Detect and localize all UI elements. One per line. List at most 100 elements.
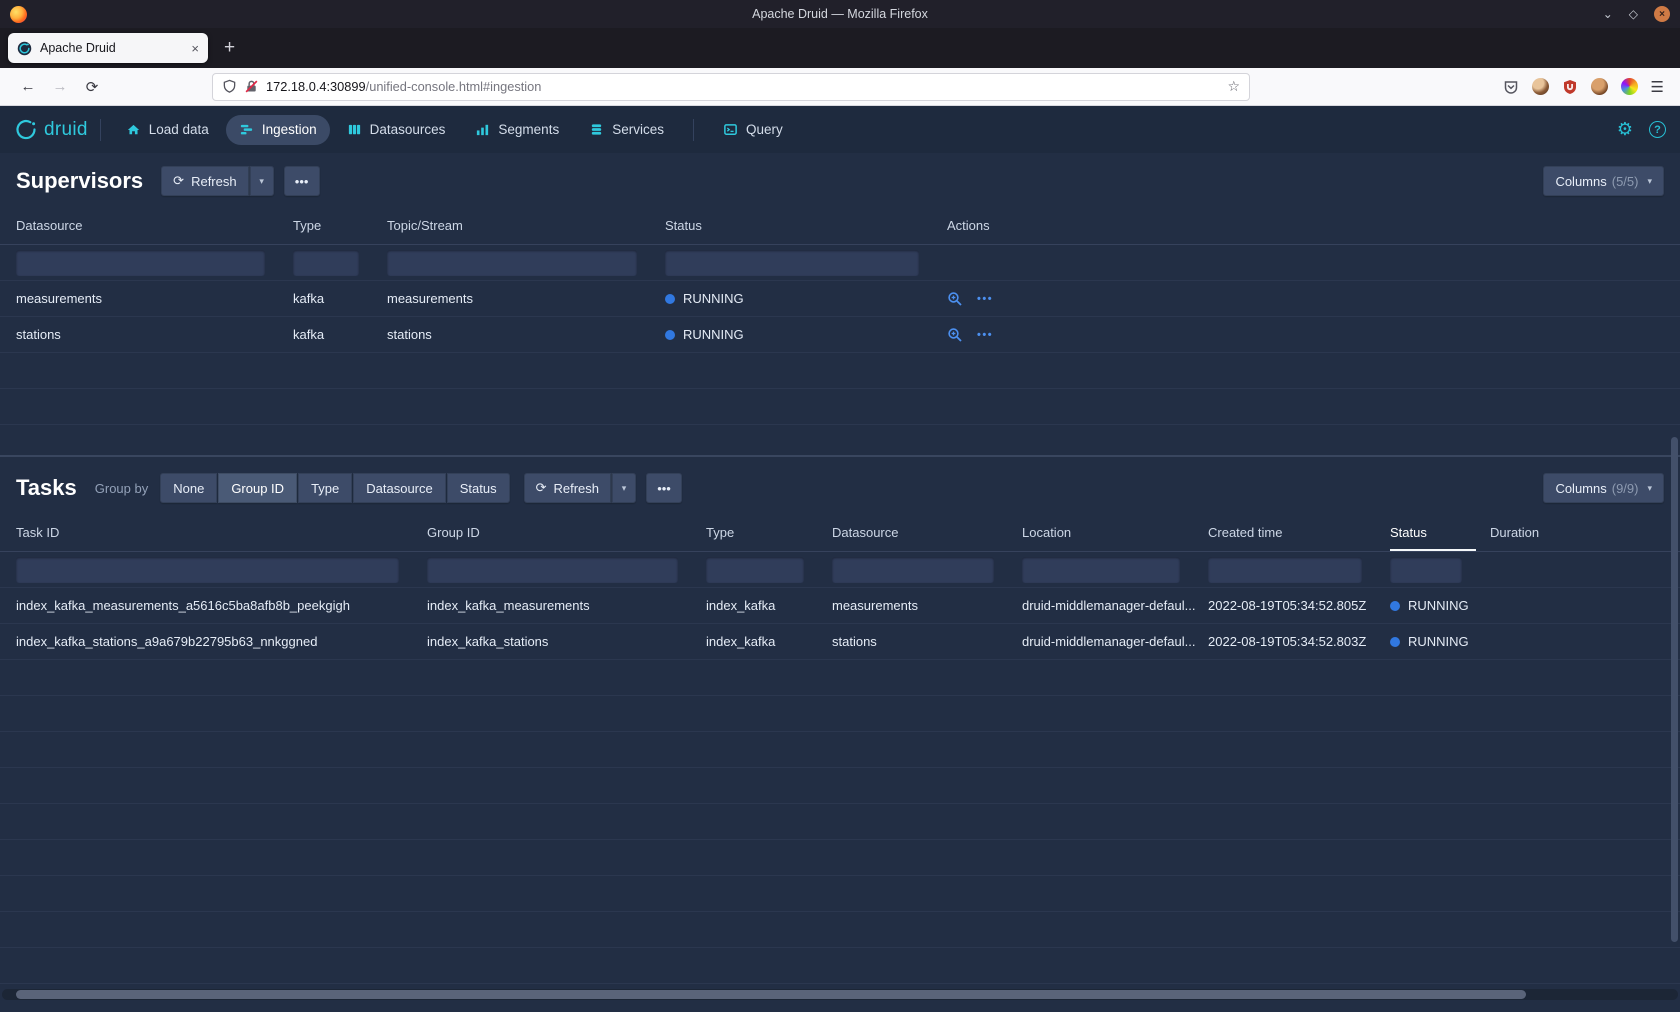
column-header-duration[interactable]: Duration — [1490, 514, 1680, 551]
nav-item-services[interactable]: Services — [576, 115, 677, 145]
forward-button[interactable]: → — [44, 72, 76, 102]
tasks-refresh-button[interactable]: ⟳ Refresh — [524, 473, 611, 503]
tasks-filter-row — [0, 552, 1680, 588]
window-close-button[interactable]: × — [1654, 6, 1670, 22]
tasks-empty-rows — [0, 660, 1680, 986]
task-row[interactable]: index_kafka_stations_a9a679b22795b63_nnk… — [0, 624, 1680, 660]
column-header-group-id[interactable]: Group ID — [427, 514, 706, 551]
url-bar[interactable]: 172.18.0.4:30899/unified-console.html#in… — [212, 73, 1250, 101]
task-location: druid-middlemanager-defaul... — [1022, 598, 1208, 613]
supervisor-datasource: stations — [16, 327, 293, 342]
topic-stream-filter-input[interactable] — [387, 250, 637, 276]
group-by-group-id-button[interactable]: Group ID — [218, 473, 297, 503]
nav-item-query[interactable]: Query — [710, 115, 796, 145]
column-header-status-sorted[interactable]: Status — [1390, 514, 1490, 551]
row-more-icon[interactable]: ••• — [977, 293, 993, 305]
magnify-icon[interactable] — [947, 291, 963, 307]
column-header-topic-stream[interactable]: Topic/Stream — [387, 207, 665, 244]
query-icon — [723, 122, 738, 137]
chevron-down-icon: ▾ — [1647, 176, 1652, 187]
ublock-extension-icon[interactable] — [1562, 79, 1578, 95]
account-avatar-icon[interactable] — [1532, 78, 1549, 95]
browser-tab[interactable]: Apache Druid × — [8, 33, 208, 63]
tasks-refresh-caret-button[interactable]: ▾ — [611, 473, 636, 503]
supervisor-status: RUNNING — [665, 327, 947, 342]
task-created-time: 2022-08-19T05:34:52.803Z — [1208, 634, 1390, 649]
supervisors-filter-row — [0, 245, 1680, 281]
created-time-filter-input[interactable] — [1208, 557, 1362, 583]
url-host: 172.18.0.4:30899 — [266, 79, 366, 94]
section-divider[interactable] — [0, 455, 1680, 457]
tasks-more-button[interactable]: ••• — [646, 473, 682, 503]
magnify-icon[interactable] — [947, 327, 963, 343]
type-filter-input[interactable] — [293, 250, 359, 276]
ingestion-icon — [239, 122, 254, 137]
column-header-type[interactable]: Type — [293, 207, 387, 244]
nav-item-load-data[interactable]: Load data — [113, 115, 222, 145]
tasks-columns-button[interactable]: Columns (9/9) ▾ — [1543, 473, 1664, 503]
druid-logo[interactable]: druid — [14, 119, 88, 141]
columns-count: (5/5) — [1612, 174, 1639, 189]
column-header-status[interactable]: Status — [665, 207, 947, 244]
task-id-filter-input[interactable] — [16, 557, 399, 583]
menu-icon[interactable]: ☰ — [1651, 78, 1664, 96]
column-header-datasource[interactable]: Datasource — [832, 514, 1022, 551]
supervisor-actions: ••• — [947, 291, 1680, 307]
group-id-filter-input[interactable] — [427, 557, 678, 583]
status-filter-input[interactable] — [665, 250, 919, 276]
supervisor-status: RUNNING — [665, 291, 947, 306]
location-filter-input[interactable] — [1022, 557, 1180, 583]
insecure-lock-icon[interactable] — [244, 79, 259, 94]
group-by-none-button[interactable]: None — [160, 473, 217, 503]
supervisors-refresh-button[interactable]: ⟳ Refresh — [161, 166, 248, 196]
group-by-type-button[interactable]: Type — [298, 473, 352, 503]
gear-icon[interactable]: ⚙ — [1617, 119, 1633, 140]
extension-avatar-icon[interactable] — [1591, 78, 1608, 95]
window-maximize-button[interactable]: ◇ — [1629, 7, 1638, 21]
tracking-shield-icon[interactable] — [222, 79, 237, 94]
vertical-scrollbar-thumb[interactable] — [1671, 437, 1678, 942]
supervisor-actions: ••• — [947, 327, 1680, 343]
datasources-icon — [347, 122, 362, 137]
url-text[interactable]: 172.18.0.4:30899/unified-console.html#in… — [266, 79, 541, 94]
screen: Apache Druid — Mozilla Firefox ⌄ ◇ × Apa… — [0, 0, 1680, 1012]
group-by-datasource-button[interactable]: Datasource — [353, 473, 445, 503]
column-header-datasource[interactable]: Datasource — [16, 207, 293, 244]
tab-close-icon[interactable]: × — [191, 41, 199, 56]
window-minimize-button[interactable]: ⌄ — [1603, 7, 1613, 21]
supervisor-type: kafka — [293, 327, 387, 342]
horizontal-scrollbar[interactable] — [2, 989, 1678, 1000]
supervisor-row[interactable]: measurements kafka measurements RUNNING … — [0, 281, 1680, 317]
supervisors-more-button[interactable]: ••• — [284, 166, 320, 196]
url-path: /unified-console.html#ingestion — [366, 79, 542, 94]
new-tab-button[interactable]: + — [224, 37, 235, 59]
type-filter-input[interactable] — [706, 557, 804, 583]
task-status: RUNNING — [1390, 634, 1490, 649]
row-more-icon[interactable]: ••• — [977, 329, 993, 341]
help-icon[interactable]: ? — [1649, 121, 1666, 138]
group-by-status-button[interactable]: Status — [447, 473, 510, 503]
horizontal-scrollbar-thumb[interactable] — [16, 990, 1526, 999]
task-row[interactable]: index_kafka_measurements_a5616c5ba8afb8b… — [0, 588, 1680, 624]
nav-item-ingestion[interactable]: Ingestion — [226, 115, 330, 145]
bookmark-star-icon[interactable]: ☆ — [1227, 78, 1240, 95]
column-header-type[interactable]: Type — [706, 514, 832, 551]
task-created-time: 2022-08-19T05:34:52.805Z — [1208, 598, 1390, 613]
pocket-icon[interactable] — [1503, 79, 1519, 95]
datasource-filter-input[interactable] — [832, 557, 994, 583]
reload-button[interactable]: ⟳ — [76, 72, 108, 102]
status-filter-input[interactable] — [1390, 557, 1462, 583]
back-button[interactable]: ← — [12, 72, 44, 102]
nav-divider — [100, 119, 101, 141]
nav-item-segments[interactable]: Segments — [462, 115, 572, 145]
datasource-filter-input[interactable] — [16, 250, 265, 276]
column-header-task-id[interactable]: Task ID — [16, 514, 427, 551]
supervisors-refresh-caret-button[interactable]: ▾ — [249, 166, 274, 196]
nav-item-datasources[interactable]: Datasources — [334, 115, 459, 145]
column-header-created-time[interactable]: Created time — [1208, 514, 1390, 551]
supervisors-columns-button[interactable]: Columns (5/5) ▾ — [1543, 166, 1664, 196]
column-header-actions[interactable]: Actions — [947, 207, 1680, 244]
supervisor-row[interactable]: stations kafka stations RUNNING ••• — [0, 317, 1680, 353]
pinwheel-extension-icon[interactable] — [1621, 78, 1638, 95]
column-header-location[interactable]: Location — [1022, 514, 1208, 551]
